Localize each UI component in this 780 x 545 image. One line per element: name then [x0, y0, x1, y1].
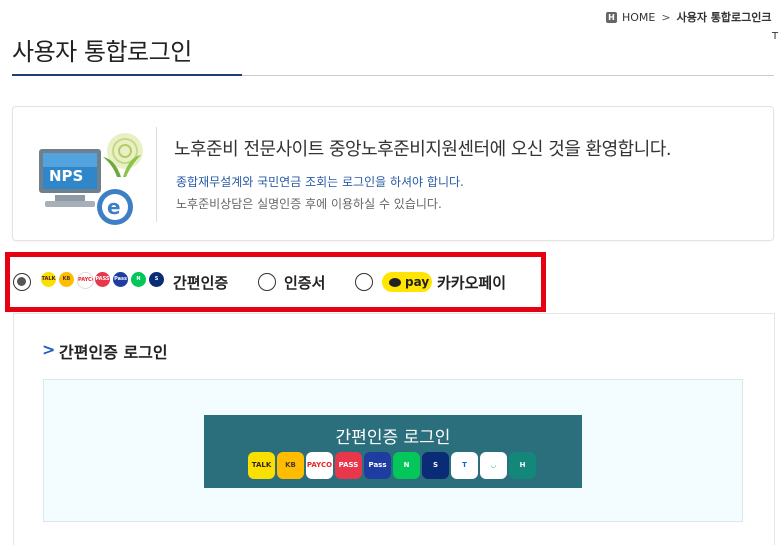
kakaopay-badge-text: pay [405, 275, 430, 289]
welcome-login-notice: 종합재무설계와 국민연금 조회는 로그인을 하셔야 합니다. [176, 175, 464, 189]
kakao-talk-icon: TALK [248, 452, 275, 479]
page-title: 사용자 통합로그인 [12, 38, 192, 66]
login-button-label: 간편인증 로그인 [335, 428, 451, 448]
toss-icon: T [451, 452, 478, 479]
radio-simple-auth[interactable] [13, 273, 31, 291]
svg-text:e: e [107, 195, 121, 219]
naver-icon: N [131, 272, 146, 287]
nps-logo-text: NPS [49, 167, 83, 185]
hana-icon: H [509, 452, 536, 479]
welcome-panel: NPS e 노후준비 전문사이트 중앙노후준비지원센터에 오신 것을 환영합니다… [12, 106, 774, 241]
nps-logo-icon: NPS e [33, 119, 148, 229]
breadcrumb-home[interactable]: HOME [622, 11, 655, 24]
pass-icon: PASS [335, 452, 362, 479]
samsung-pass-icon: Pass [364, 452, 391, 479]
banksalad-icon: ◡ [480, 452, 507, 479]
shinhan-icon: S [422, 452, 449, 479]
samsung-pass-icon: Pass [113, 272, 128, 287]
option-kakaopay-label[interactable]: 카카오페이 [437, 272, 506, 293]
radio-certificate[interactable] [258, 273, 276, 291]
breadcrumb: H HOME > 사용자 통합로그인크 [606, 9, 772, 25]
welcome-divider [156, 127, 157, 222]
corner-mark: T [772, 31, 779, 42]
simple-auth-login-button[interactable]: 간편인증 로그인 TALK KB PAYCO PASS Pass N S T ◡ H [204, 415, 582, 488]
shinhan-icon: S [149, 272, 164, 287]
option-simple-auth-label[interactable]: 간편인증 [173, 272, 228, 293]
payco-icon: PAYCO [306, 452, 333, 479]
kakao-talk-icon: TALK [41, 272, 56, 287]
title-divider [12, 74, 774, 76]
chevron-right-icon: > [42, 340, 56, 359]
pass-icon: PASS [95, 272, 110, 287]
radio-kakaopay[interactable] [355, 273, 373, 291]
option-certificate-label[interactable]: 인증서 [284, 272, 325, 293]
welcome-heading: 노후준비 전문사이트 중앙노후준비지원센터에 오신 것을 환영합니다. [174, 139, 672, 160]
kakaopay-icon: pay [382, 272, 432, 292]
naver-icon: N [393, 452, 420, 479]
kb-icon: KB [277, 452, 304, 479]
chevron-right-icon: > [661, 10, 671, 24]
section-title: 간편인증 로그인 [59, 343, 168, 362]
welcome-consult-notice: 노후준비상담은 실명인증 후에 이용하실 수 있습니다. [176, 197, 442, 211]
payco-icon: PAYCO [77, 272, 94, 289]
home-icon[interactable]: H [606, 11, 617, 23]
breadcrumb-current: 사용자 통합로그인크 [676, 11, 772, 24]
kb-icon: KB [59, 272, 74, 287]
